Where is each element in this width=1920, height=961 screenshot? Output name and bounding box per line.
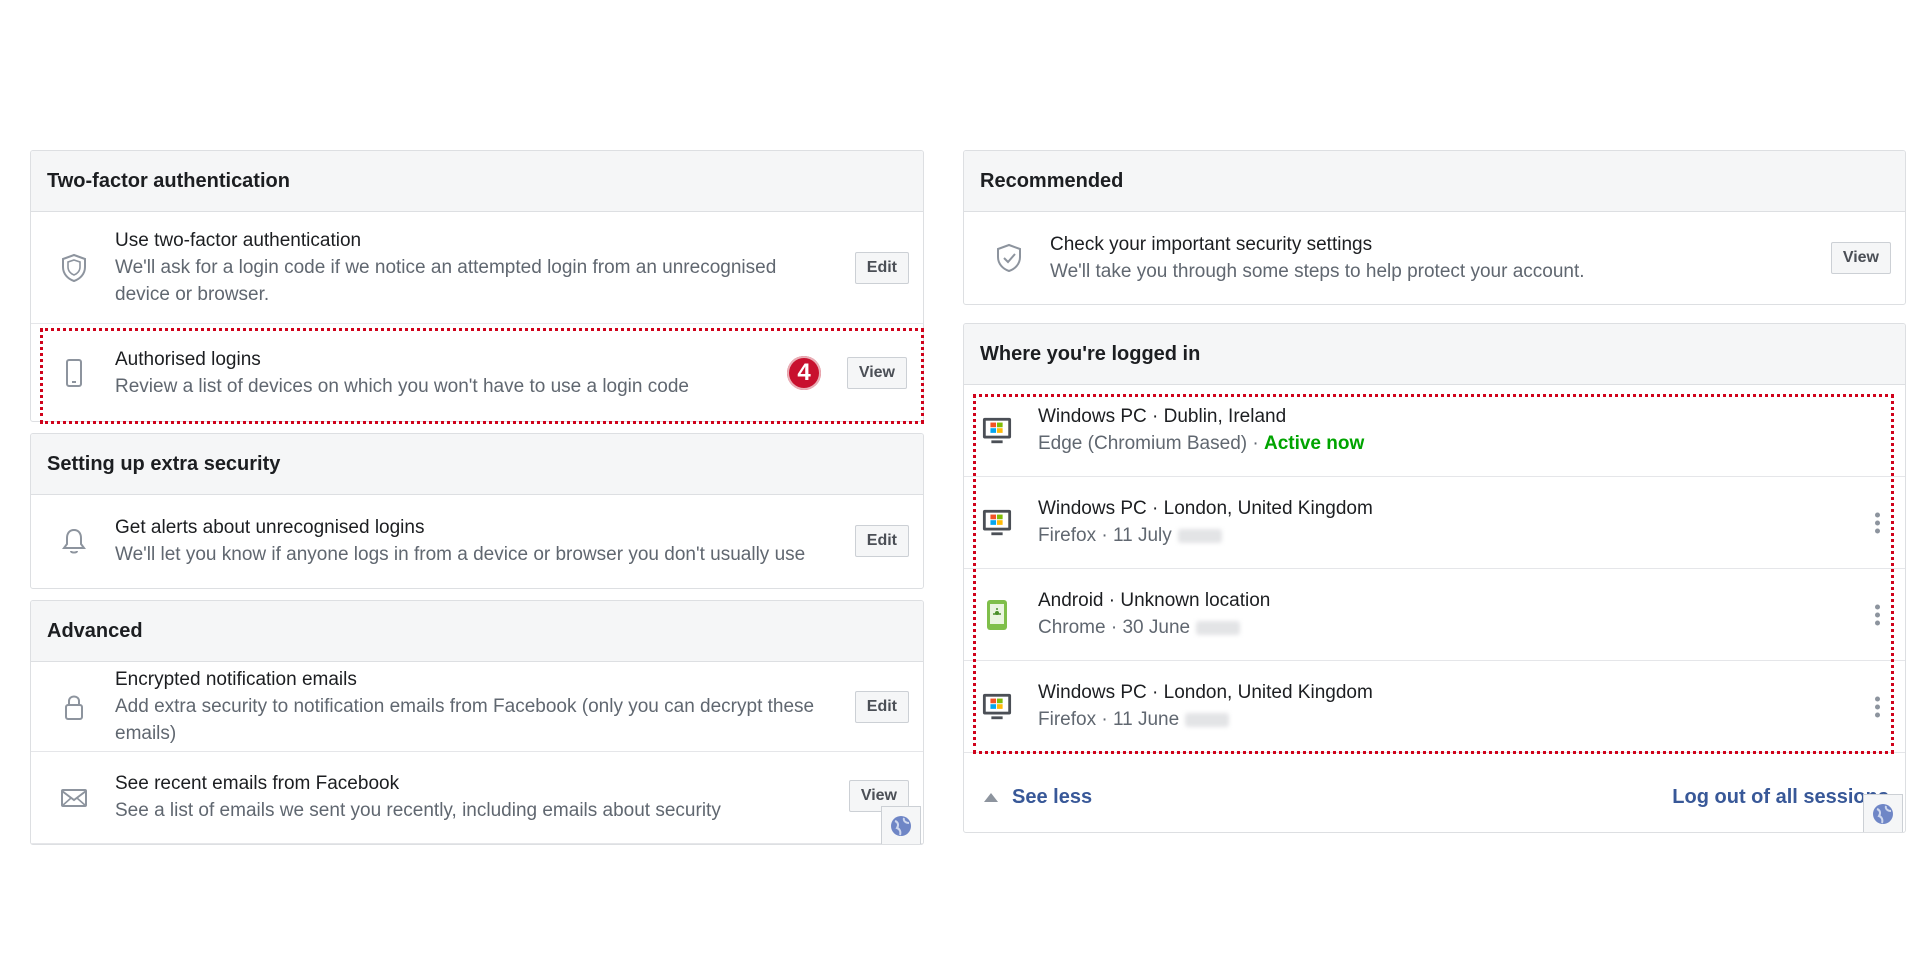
login-alerts-edit-button[interactable]: Edit	[854, 525, 909, 557]
session-browser: Firefox · 11 June	[1038, 709, 1180, 730]
login-alerts-title: Get alerts about unrecognised logins	[115, 516, 425, 538]
encrypted-emails-desc: Add extra security to notification email…	[115, 695, 815, 744]
bell-icon	[59, 526, 89, 556]
session-browser: Chrome · 30 June	[1038, 617, 1191, 638]
recent-emails-title: See recent emails from Facebook	[115, 773, 400, 794]
see-less-label: See less	[1012, 785, 1093, 808]
session-device: Android · Unknown location	[1038, 590, 1271, 611]
globe-icon[interactable]	[881, 806, 921, 844]
security-checkup-desc: We'll take you through some steps to hel…	[1050, 260, 1585, 282]
authorised-logins-view-button[interactable]: View	[846, 357, 907, 389]
step-badge: 4	[787, 356, 821, 390]
two-factor-heading: Two-factor authentication	[31, 151, 923, 212]
globe-icon[interactable]	[1863, 794, 1903, 832]
use-two-factor-row: Use two-factor authentication We'll ask …	[31, 212, 923, 324]
extra-security-panel: Setting up extra security Get alerts abo…	[30, 433, 924, 589]
recommended-heading: Recommended	[964, 151, 1905, 212]
blurred-year	[1185, 712, 1230, 727]
active-now-status: Active now	[1263, 433, 1365, 454]
use-two-factor-desc: We'll ask for a login code if we notice …	[115, 256, 777, 305]
security-checkup-row: Check your important security settings W…	[964, 212, 1905, 304]
more-options-icon[interactable]	[1875, 693, 1881, 720]
login-alerts-row: Get alerts about unrecognised logins We'…	[31, 495, 923, 587]
two-factor-edit-button[interactable]: Edit	[854, 251, 909, 284]
sessions-heading: Where you're logged in	[964, 324, 1905, 385]
encrypted-emails-edit-button[interactable]: Edit	[854, 690, 909, 723]
session-device: Windows PC · London, United Kingdom	[1038, 498, 1373, 519]
advanced-panel: Advanced Encrypted notification emails A…	[30, 600, 924, 845]
security-checkup-view-button[interactable]: View	[1830, 242, 1891, 274]
login-alerts-desc: We'll let you know if anyone logs in fro…	[115, 543, 806, 565]
windows-pc-icon	[982, 692, 1012, 722]
session-device: Windows PC · Dublin, Ireland	[1038, 406, 1287, 427]
recent-emails-row: See recent emails from Facebook See a li…	[31, 752, 923, 844]
session-row[interactable]: Windows PC · London, United Kingdom Fire…	[964, 477, 1905, 569]
advanced-heading: Advanced	[31, 601, 923, 662]
more-options-icon[interactable]	[1875, 601, 1881, 628]
extra-security-heading: Setting up extra security	[31, 434, 923, 495]
more-options-icon[interactable]	[1875, 509, 1881, 536]
session-browser: Firefox · 11 July	[1038, 525, 1172, 546]
caret-up-icon	[984, 792, 998, 802]
envelope-icon	[59, 783, 89, 813]
security-checkup-title: Check your important security settings	[1050, 233, 1373, 255]
sessions-footer: See less Log out of all sessions	[964, 762, 1905, 832]
use-two-factor-title: Use two-factor authentication	[115, 229, 362, 251]
windows-pc-icon	[982, 416, 1012, 446]
session-device: Windows PC · London, United Kingdom	[1038, 682, 1373, 703]
recent-emails-desc: See a list of emails we sent you recentl…	[115, 800, 721, 821]
sessions-panel: Where you're logged in Windows PC · Dubl…	[963, 323, 1906, 833]
recommended-panel: Recommended Check your important securit…	[963, 150, 1906, 305]
log-out-all-link[interactable]: Log out of all sessions	[1672, 786, 1889, 809]
mobile-phone-icon	[59, 358, 89, 388]
see-less-link[interactable]: See less	[984, 786, 1092, 809]
blurred-year	[1196, 620, 1241, 635]
shield-check-icon	[994, 243, 1024, 273]
session-browser: Edge (Chromium Based) ·	[1038, 433, 1264, 454]
lock-icon	[59, 692, 89, 722]
shield-icon	[59, 253, 89, 283]
windows-pc-icon	[982, 508, 1012, 538]
android-phone-icon	[982, 599, 1012, 630]
blurred-year	[1177, 528, 1222, 543]
encrypted-emails-title: Encrypted notification emails	[115, 668, 357, 690]
encrypted-emails-row: Encrypted notification emails Add extra …	[31, 662, 923, 752]
session-row[interactable]: Windows PC · London, United Kingdom Fire…	[964, 661, 1905, 753]
session-row[interactable]: Android · Unknown location Chrome · 30 J…	[964, 569, 1905, 661]
session-row[interactable]: Windows PC · Dublin, Ireland Edge (Chrom…	[964, 385, 1905, 477]
